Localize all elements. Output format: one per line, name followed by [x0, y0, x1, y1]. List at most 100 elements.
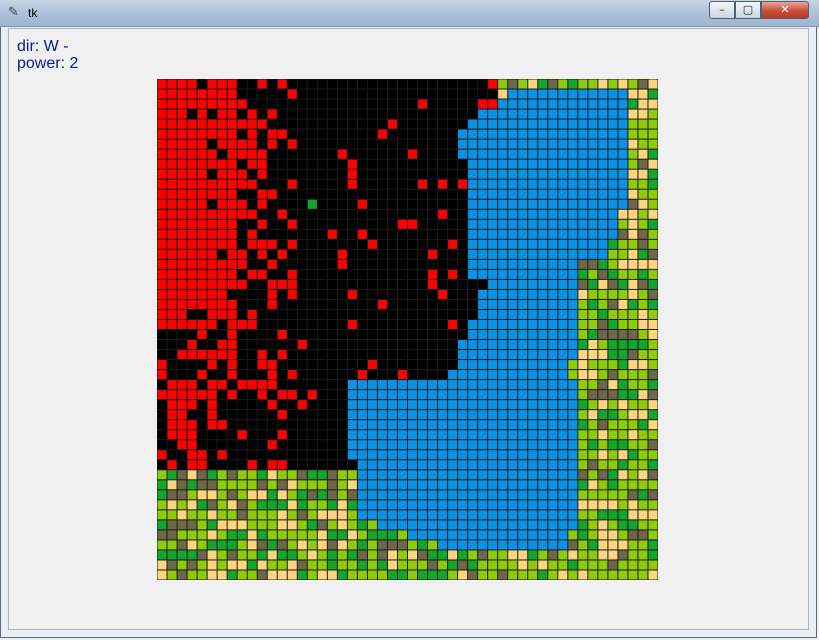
grid-cell-water [498, 179, 508, 189]
grid-cell-burnt [307, 269, 317, 279]
grid-cell-water [448, 430, 458, 440]
grid-cell-burnt [317, 109, 327, 119]
grid-cell-burnt [307, 430, 317, 440]
maximize-button[interactable]: ▢ [735, 1, 761, 19]
grid-cell-grass [327, 520, 337, 530]
grid-cell-fire [177, 380, 187, 390]
grid-cell-fire [488, 99, 498, 109]
grid-cell-water [608, 229, 618, 239]
grid-cell-burnt [207, 109, 217, 119]
grid-cell-water [478, 119, 488, 129]
grid-cell-grass [628, 119, 638, 129]
grid-cell-burnt [317, 179, 327, 189]
minimize-button[interactable]: – [709, 1, 735, 19]
grid-cell-water [367, 460, 377, 470]
grid-cell-shrub [598, 259, 608, 269]
grid-cell-fire [197, 159, 207, 169]
grid-cell-water [448, 510, 458, 520]
grid-cell-dirt [608, 370, 618, 380]
title-bar[interactable]: ✎ tk – ▢ ✕ [0, 0, 819, 27]
grid-cell-shrub [618, 440, 628, 450]
grid-cell-water [397, 440, 407, 450]
grid-cell-burnt [428, 259, 438, 269]
grid-cell-burnt [397, 360, 407, 370]
grid-cell-water [357, 420, 367, 430]
grid-cell-water [468, 390, 478, 400]
power-label: power: 2 [17, 55, 79, 72]
grid-cell-dirt [628, 490, 638, 500]
grid-cell-burnt [408, 319, 418, 329]
grid-cell-burnt [247, 420, 257, 430]
grid-cell-water [618, 99, 628, 109]
grid-cell-burnt [197, 420, 207, 430]
grid-cell-water [418, 390, 428, 400]
grid-cell-fire [207, 79, 217, 89]
grid-cell-burnt [448, 340, 458, 350]
grid-cell-grass [578, 299, 588, 309]
grid-cell-water [558, 199, 568, 209]
grid-cell-fire [237, 119, 247, 129]
simulation-grid[interactable] [157, 79, 658, 580]
grid-cell-shrub [608, 470, 618, 480]
grid-cell-fire [197, 370, 207, 380]
grid-cell-water [568, 380, 578, 390]
grid-cell-burnt [367, 219, 377, 229]
grid-cell-burnt [327, 239, 337, 249]
grid-cell-dirt [638, 159, 648, 169]
grid-cell-water [488, 279, 498, 289]
grid-cell-water [508, 340, 518, 350]
grid-cell-water [347, 380, 357, 390]
grid-cell-fire [167, 79, 177, 89]
grid-cell-burnt [377, 239, 387, 249]
grid-cell-fire [247, 229, 257, 239]
grid-cell-fire [157, 129, 167, 139]
grid-cell-water [528, 360, 538, 370]
grid-cell-burnt [438, 219, 448, 229]
grid-cell-shrub [207, 540, 217, 550]
grid-cell-water [478, 520, 488, 530]
grid-cell-grass [167, 540, 177, 550]
grid-cell-dirt [588, 460, 598, 470]
grid-cell-burnt [367, 350, 377, 360]
grid-cell-water [528, 149, 538, 159]
grid-cell-grass [317, 500, 327, 510]
grid-cell-shrub [648, 460, 658, 470]
grid-cell-water [397, 430, 407, 440]
grid-cell-fire [167, 209, 177, 219]
grid-cell-shrub [377, 530, 387, 540]
grid-cell-water [578, 139, 588, 149]
grid-cell-burnt [327, 370, 337, 380]
grid-cell-dirt [548, 79, 558, 89]
grid-cell-fire [157, 119, 167, 129]
grid-cell-grass [628, 470, 638, 480]
grid-cell-water [528, 139, 538, 149]
grid-cell-burnt [387, 149, 397, 159]
grid-cell-fire [197, 89, 207, 99]
grid-cell-water [518, 259, 528, 269]
grid-cell-shrub [648, 219, 658, 229]
grid-cell-water [548, 370, 558, 380]
grid-cell-burnt [287, 420, 297, 430]
grid-cell-burnt [337, 239, 347, 249]
grid-cell-fire [177, 219, 187, 229]
grid-cell-burnt [167, 370, 177, 380]
grid-cell-water [387, 490, 397, 500]
grid-cell-shrub [387, 530, 397, 540]
grid-cell-burnt [327, 119, 337, 129]
grid-cell-water [428, 400, 438, 410]
grid-cell-burnt [408, 309, 418, 319]
grid-cell-burnt [267, 319, 277, 329]
grid-cell-water [498, 309, 508, 319]
grid-cell-water [518, 480, 528, 490]
grid-cell-fire [167, 109, 177, 119]
grid-cell-burnt [357, 179, 367, 189]
grid-cell-fire [187, 139, 197, 149]
grid-cell-fire [187, 440, 197, 450]
grid-cell-burnt [337, 169, 347, 179]
grid-cell-shrub [397, 570, 407, 580]
grid-cell-grass [588, 490, 598, 500]
grid-cell-water [397, 520, 407, 530]
grid-cell-water [558, 159, 568, 169]
close-button[interactable]: ✕ [761, 1, 809, 19]
grid-cell-burnt [347, 209, 357, 219]
